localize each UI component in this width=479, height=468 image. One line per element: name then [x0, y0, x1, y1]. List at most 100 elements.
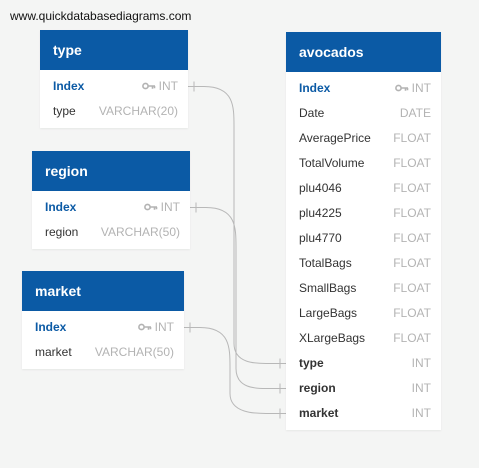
- column-type: FLOAT: [393, 126, 431, 151]
- column-type: FLOAT: [393, 326, 431, 351]
- column-type-label: FLOAT: [393, 206, 431, 220]
- table-market[interactable]: market Index INT market VARCHAR(50): [22, 271, 184, 369]
- column-name: LargeBags: [299, 306, 358, 320]
- primary-key-icon: [143, 195, 158, 220]
- column-row-averageprice[interactable]: AveragePrice FLOAT: [286, 126, 441, 151]
- column-row-smallbags[interactable]: SmallBags FLOAT: [286, 276, 441, 301]
- column-name: AveragePrice: [299, 131, 371, 145]
- column-name: region: [299, 381, 336, 395]
- table-title[interactable]: avocados: [286, 32, 441, 72]
- column-type-label: INT: [158, 79, 178, 93]
- column-type: FLOAT: [393, 226, 431, 251]
- column-name: Index: [53, 79, 85, 93]
- column-list: Index INT Date DATE AveragePrice FLOAT TotalVo…: [286, 72, 441, 430]
- column-type-label: INT: [411, 406, 431, 420]
- column-type: INT: [394, 76, 431, 101]
- column-type: INT: [412, 376, 431, 401]
- column-name: region: [45, 225, 79, 239]
- column-type: FLOAT: [393, 276, 431, 301]
- column-type-label: INT: [411, 81, 431, 95]
- column-row-region[interactable]: region INT: [286, 376, 441, 401]
- column-type-label: INT: [160, 200, 180, 214]
- primary-key-icon: [394, 76, 409, 101]
- column-row-date[interactable]: Date DATE: [286, 101, 441, 126]
- table-title[interactable]: market: [22, 271, 184, 311]
- column-name: SmallBags: [299, 281, 357, 295]
- column-type: INT: [141, 74, 178, 99]
- column-type: FLOAT: [393, 176, 431, 201]
- column-type: FLOAT: [393, 201, 431, 226]
- column-type: INT: [412, 351, 431, 376]
- column-type-label: INT: [154, 320, 174, 334]
- column-type: FLOAT: [393, 301, 431, 326]
- column-type-label: VARCHAR(50): [94, 345, 174, 359]
- column-name: type: [299, 356, 324, 370]
- column-type-label: FLOAT: [393, 156, 431, 170]
- primary-key-icon: [141, 74, 156, 99]
- column-row-region[interactable]: region VARCHAR(50): [32, 220, 190, 245]
- column-name: Index: [35, 320, 67, 334]
- column-name: market: [299, 406, 339, 420]
- watermark: www.quickdatabasediagrams.com: [10, 9, 192, 23]
- column-row-market[interactable]: market VARCHAR(50): [22, 340, 184, 365]
- column-type-label: FLOAT: [393, 331, 431, 345]
- column-row-totalvolume[interactable]: TotalVolume FLOAT: [286, 151, 441, 176]
- column-name: plu4225: [299, 206, 342, 220]
- column-row-type[interactable]: type VARCHAR(20): [40, 99, 188, 124]
- column-row-index[interactable]: Index INT: [40, 74, 188, 99]
- column-name: type: [53, 104, 76, 118]
- column-type-label: FLOAT: [393, 306, 431, 320]
- column-name: plu4046: [299, 181, 342, 195]
- column-name: TotalBags: [299, 256, 352, 270]
- table-avocados[interactable]: avocados Index INT Date DATE AveragePrice FLO…: [286, 32, 441, 430]
- column-name: Index: [299, 81, 331, 95]
- table-title[interactable]: type: [40, 30, 188, 70]
- column-row-index[interactable]: Index INT: [32, 195, 190, 220]
- column-row-plu4770[interactable]: plu4770 FLOAT: [286, 226, 441, 251]
- column-type: INT: [137, 315, 174, 340]
- column-row-market[interactable]: market INT: [286, 401, 441, 426]
- column-list: Index INT market VARCHAR(50): [22, 311, 184, 369]
- table-type[interactable]: type Index INT type VARCHAR(20): [40, 30, 188, 128]
- column-name: market: [35, 345, 72, 359]
- column-type-label: VARCHAR(50): [100, 225, 180, 239]
- column-type: VARCHAR(20): [99, 99, 178, 124]
- column-type-label: VARCHAR(20): [98, 104, 178, 118]
- column-row-type[interactable]: type INT: [286, 351, 441, 376]
- column-type-label: INT: [411, 381, 431, 395]
- column-list: Index INT region VARCHAR(50): [32, 191, 190, 249]
- column-type-label: FLOAT: [393, 181, 431, 195]
- column-type-label: FLOAT: [393, 281, 431, 295]
- column-type-label: DATE: [399, 106, 431, 120]
- relationship-line-type: [188, 86, 286, 364]
- column-type-label: FLOAT: [393, 131, 431, 145]
- column-type: DATE: [400, 101, 431, 126]
- column-type: FLOAT: [393, 151, 431, 176]
- column-name: Date: [299, 106, 325, 120]
- table-region[interactable]: region Index INT region VARCHAR(50): [32, 151, 190, 249]
- relationship-line-region: [190, 207, 286, 389]
- column-row-index[interactable]: Index INT: [22, 315, 184, 340]
- column-name: XLargeBags: [299, 331, 366, 345]
- column-name: plu4770: [299, 231, 342, 245]
- column-type: VARCHAR(50): [95, 340, 174, 365]
- table-title[interactable]: region: [32, 151, 190, 191]
- relationship-line-market: [184, 327, 286, 414]
- column-row-index[interactable]: Index INT: [286, 76, 441, 101]
- column-type: FLOAT: [393, 251, 431, 276]
- column-row-largebags[interactable]: LargeBags FLOAT: [286, 301, 441, 326]
- column-row-plu4046[interactable]: plu4046 FLOAT: [286, 176, 441, 201]
- column-row-plu4225[interactable]: plu4225 FLOAT: [286, 201, 441, 226]
- primary-key-icon: [137, 315, 152, 340]
- column-type-label: FLOAT: [393, 256, 431, 270]
- column-type: INT: [143, 195, 180, 220]
- column-row-totalbags[interactable]: TotalBags FLOAT: [286, 251, 441, 276]
- column-row-xlargebags[interactable]: XLargeBags FLOAT: [286, 326, 441, 351]
- column-name: TotalVolume: [299, 156, 365, 170]
- column-list: Index INT type VARCHAR(20): [40, 70, 188, 128]
- column-type-label: FLOAT: [393, 231, 431, 245]
- column-name: Index: [45, 200, 77, 214]
- column-type: INT: [412, 401, 431, 426]
- column-type: VARCHAR(50): [101, 220, 180, 245]
- column-type-label: INT: [411, 356, 431, 370]
